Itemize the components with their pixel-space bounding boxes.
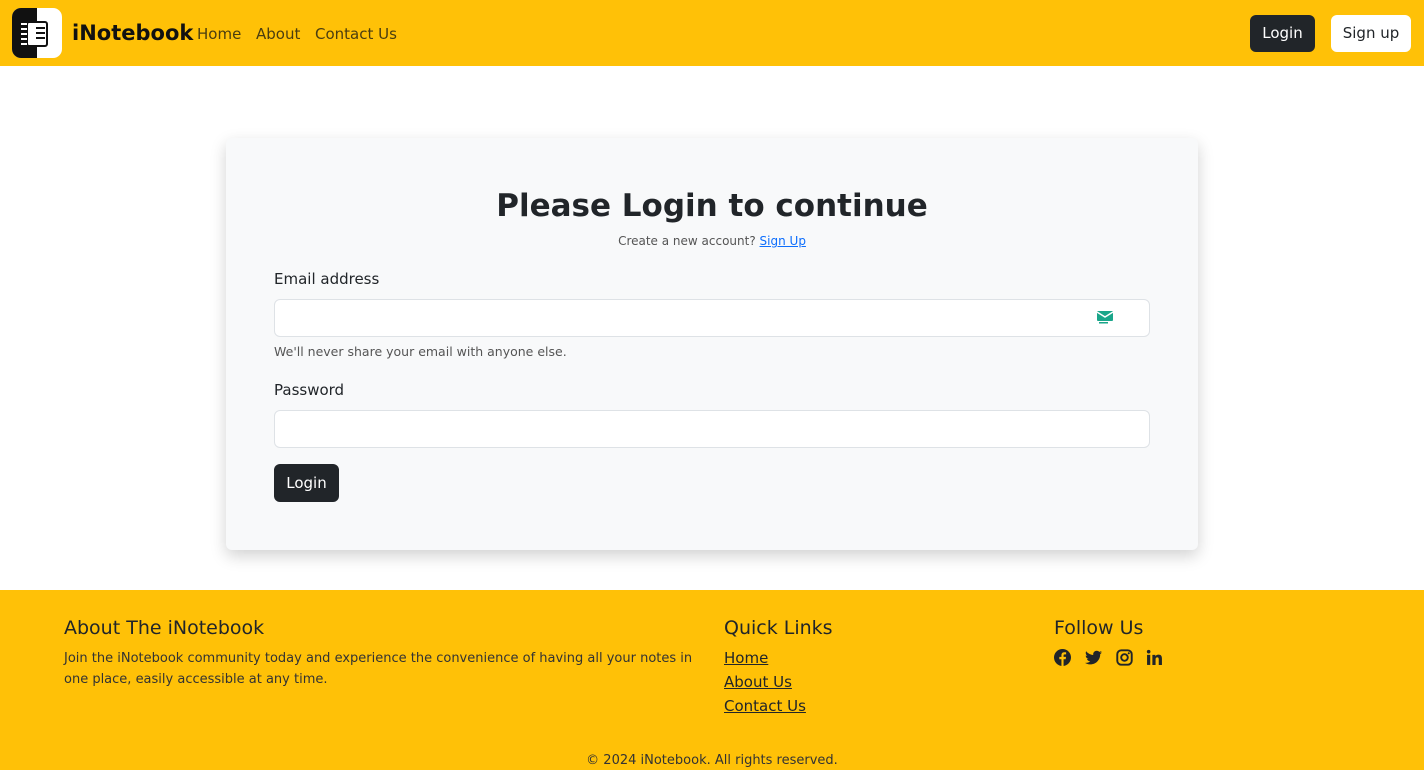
linkedin-icon[interactable] <box>1146 649 1163 666</box>
copyright-text: © 2024 iNotebook. All rights reserved. <box>586 753 838 768</box>
page-title: Please Login to continue <box>496 188 928 224</box>
signup-prompt: Create a new account? Sign Up <box>226 233 1198 249</box>
signup-prompt-text: Create a new account? <box>618 234 756 248</box>
facebook-icon[interactable] <box>1054 649 1071 666</box>
nav-link-about[interactable]: About <box>256 24 300 44</box>
password-label: Password <box>274 381 345 399</box>
signup-link[interactable]: Sign Up <box>760 234 806 248</box>
nav-login-button[interactable]: Login <box>1250 15 1315 52</box>
email-field[interactable] <box>274 299 1150 337</box>
nav-link-contact[interactable]: Contact Us <box>315 24 397 44</box>
instagram-icon[interactable] <box>1116 649 1133 666</box>
login-button[interactable]: Login <box>274 464 339 502</box>
notebook-logo-icon[interactable] <box>12 8 62 58</box>
nav-link-home[interactable]: Home <box>197 24 241 44</box>
navbar: iNotebook Home About Contact Us Login Si… <box>0 0 1424 66</box>
nav-signup-button[interactable]: Sign up <box>1331 15 1411 52</box>
footer-about-text: Join the iNotebook community today and e… <box>64 651 693 687</box>
login-card: Please Login to continue Create a new ac… <box>226 138 1198 550</box>
email-help-text: We'll never share your email with anyone… <box>274 344 567 359</box>
footer-link-home[interactable]: Home <box>724 648 768 668</box>
footer-link-about[interactable]: About Us <box>724 672 792 692</box>
twitter-icon[interactable] <box>1085 649 1102 666</box>
password-field[interactable] <box>274 410 1150 448</box>
footer-links-heading: Quick Links <box>724 617 833 639</box>
footer-link-contact[interactable]: Contact Us <box>724 696 806 716</box>
footer: About The iNotebook Join the iNotebook c… <box>0 590 1424 770</box>
email-label: Email address <box>274 270 380 288</box>
mail-extension-icon[interactable] <box>1097 311 1113 324</box>
footer-about-heading: About The iNotebook <box>64 617 265 639</box>
brand-name[interactable]: iNotebook <box>72 20 193 46</box>
footer-follow-heading: Follow Us <box>1054 617 1144 639</box>
